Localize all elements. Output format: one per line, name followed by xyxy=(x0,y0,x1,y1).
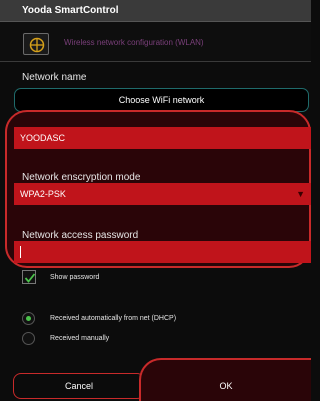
radio-manual-label: Received manually xyxy=(50,335,110,342)
choose-wifi-button[interactable]: Choose WiFi network xyxy=(14,88,309,112)
radio-manual[interactable] xyxy=(22,332,35,345)
header-title: Wireless network configuration (WLAN) xyxy=(64,38,204,47)
ok-button[interactable]: OK xyxy=(139,358,311,401)
password-label: Network access password xyxy=(22,230,139,241)
dropdown-arrow-icon: ▼ xyxy=(296,189,305,199)
encryption-mode-value: WPA2-PSK xyxy=(20,189,66,199)
window-title: Yooda SmartControl xyxy=(0,0,311,22)
network-name-label: Network name xyxy=(22,72,87,83)
check-icon xyxy=(24,273,36,283)
show-password-checkbox[interactable] xyxy=(22,270,36,284)
network-name-field[interactable]: YOODASC xyxy=(14,127,311,149)
password-input[interactable] xyxy=(14,241,311,263)
cancel-button[interactable]: Cancel xyxy=(13,373,145,399)
radio-dhcp-label: Received automatically from net (DHCP) xyxy=(50,315,177,322)
radio-selected-dot xyxy=(26,316,31,321)
encryption-mode-label: Network enscryption mode xyxy=(22,172,141,183)
radio-dhcp[interactable] xyxy=(22,312,35,325)
header-row: Wireless network configuration (WLAN) xyxy=(0,22,311,62)
encryption-mode-select[interactable]: WPA2-PSK ▼ xyxy=(14,183,311,205)
text-cursor xyxy=(20,246,21,258)
show-password-label: Show password xyxy=(50,274,100,281)
network-config-icon xyxy=(23,33,49,55)
network-name-value: YOODASC xyxy=(20,133,66,143)
